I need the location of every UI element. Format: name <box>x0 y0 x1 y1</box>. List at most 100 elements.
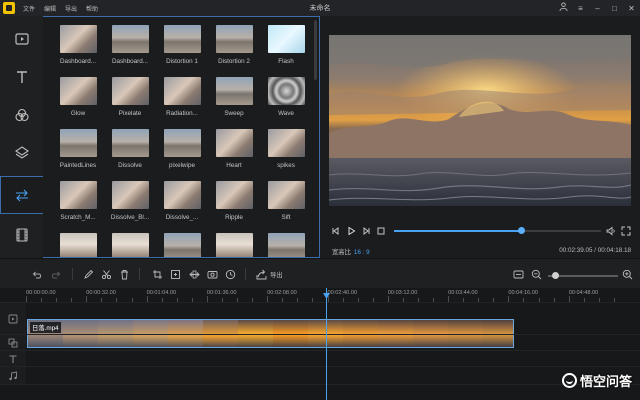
thumb-dog-icon <box>216 233 253 257</box>
video-track: 日落.mp4 <box>0 302 640 348</box>
transition-item[interactable]: Distortion 1 <box>156 25 208 71</box>
filter-icon <box>14 108 29 122</box>
fullscreen-icon[interactable] <box>621 226 631 236</box>
tool-filters[interactable] <box>0 96 43 134</box>
aspect-ratio-value: 16 : 9 <box>353 249 370 256</box>
transition-item[interactable]: Dissolve <box>104 129 156 175</box>
thumb-road-icon <box>112 129 149 157</box>
playback-progress[interactable] <box>394 227 601 234</box>
transition-item[interactable]: Dissolve_... <box>156 181 208 227</box>
transition-item[interactable]: Heart <box>208 129 260 175</box>
record-icon[interactable] <box>207 269 218 280</box>
zoom-slider-handle[interactable] <box>551 272 559 279</box>
stop-icon[interactable] <box>376 226 386 236</box>
music-track[interactable] <box>0 366 640 384</box>
prev-frame-icon[interactable] <box>331 226 341 236</box>
ruler-tick-label: 00:03:44.00 <box>448 290 478 296</box>
user-icon[interactable] <box>559 2 568 14</box>
text-track[interactable] <box>0 350 640 366</box>
fit-icon[interactable] <box>189 269 200 280</box>
transition-item[interactable]: Sweep <box>208 77 260 123</box>
overlay-track-icon <box>8 338 18 347</box>
export-icon[interactable] <box>256 269 267 280</box>
play-icon[interactable] <box>346 226 356 236</box>
transition-item[interactable]: Sift <box>260 181 312 227</box>
transition-item[interactable] <box>52 233 104 257</box>
tool-text[interactable] <box>0 58 43 96</box>
transition-label: Dashboard... <box>59 58 97 65</box>
thumb-wave-icon <box>268 77 305 105</box>
transition-item[interactable]: Radiation... <box>156 77 208 123</box>
toolbar-divider <box>245 268 246 280</box>
overlay-track[interactable] <box>0 334 640 350</box>
thumb-road-icon <box>112 25 149 53</box>
aspect-ratio[interactable]: 宽高比 16 : 9 <box>332 247 370 256</box>
minimize-icon[interactable]: – <box>593 3 602 14</box>
app-logo <box>3 2 15 14</box>
undo-icon[interactable] <box>31 269 42 280</box>
menu-help[interactable]: 帮助 <box>86 4 98 13</box>
text-track-icon <box>9 354 17 363</box>
transition-item[interactable] <box>208 233 260 257</box>
fit-timeline-icon[interactable] <box>513 269 524 280</box>
pen-icon[interactable] <box>83 269 94 280</box>
video-track-icon <box>8 314 18 323</box>
transition-item[interactable]: Scratch_M... <box>52 181 104 227</box>
thumb-cat-icon <box>112 77 149 105</box>
panel-scrollbar[interactable] <box>314 20 317 80</box>
freeze-icon[interactable] <box>170 269 181 280</box>
export-button[interactable]: 导出 <box>270 270 283 279</box>
ruler-tick-label: 00:01:04.00 <box>146 290 177 296</box>
tool-overlays[interactable] <box>0 134 43 172</box>
menu-export[interactable]: 导出 <box>65 4 77 13</box>
cut-icon[interactable] <box>101 269 112 280</box>
delete-icon[interactable] <box>119 269 130 280</box>
transition-label: Scratch_M... <box>60 214 96 221</box>
transition-item[interactable]: Wave <box>260 77 312 123</box>
volume-icon[interactable] <box>606 226 616 236</box>
tool-media[interactable] <box>0 20 43 58</box>
maximize-icon[interactable]: □ <box>610 3 619 14</box>
tool-sidebar <box>0 16 43 258</box>
zoom-out-icon[interactable] <box>531 269 542 280</box>
ruler-tick-label: 00:04:16.00 <box>508 290 538 296</box>
transition-item[interactable] <box>260 233 312 257</box>
transition-item[interactable]: pixelwipe <box>156 129 208 175</box>
zoom-slider[interactable] <box>548 275 618 277</box>
menu-file[interactable]: 文件 <box>23 4 35 13</box>
transition-item[interactable]: Distortion 2 <box>208 25 260 71</box>
ruler-tick-label: 00:04:48.00 <box>568 290 599 296</box>
transition-item[interactable]: Flash <box>260 25 312 71</box>
redo-icon[interactable] <box>51 269 62 280</box>
tool-elements[interactable] <box>0 216 43 254</box>
zoom-in-icon[interactable] <box>622 269 633 280</box>
transition-item[interactable]: Dashboard... <box>104 25 156 71</box>
time-ruler[interactable]: 00:00:00.00 00:00:32.00 00:01:04.00 00:01:3… <box>26 288 640 302</box>
transition-item[interactable]: PaintedLines <box>52 129 104 175</box>
transition-item[interactable]: Glow <box>52 77 104 123</box>
transition-label: Sweep <box>224 110 244 117</box>
thumb-flash-icon <box>268 25 305 53</box>
video-preview[interactable] <box>329 35 631 206</box>
ruler-tick-label: 00:01:36.00 <box>206 290 237 296</box>
music-track-header <box>0 367 26 384</box>
transition-item[interactable]: Pixelate <box>104 77 156 123</box>
tool-transitions[interactable] <box>0 176 43 214</box>
transition-item[interactable]: spikes <box>260 129 312 175</box>
thumb-cat-icon <box>216 181 253 209</box>
timecode: 00:02:39.05 / 00:04:18.18 <box>559 247 631 254</box>
current-time: 00:02:39.05 <box>559 247 593 254</box>
transition-item[interactable]: Dashboard... <box>52 25 104 71</box>
transition-item[interactable]: Ripple <box>208 181 260 227</box>
close-icon[interactable]: ✕ <box>627 3 636 14</box>
progress-handle[interactable] <box>518 227 526 234</box>
next-frame-icon[interactable] <box>361 226 371 236</box>
menu-edit[interactable]: 编辑 <box>44 4 56 13</box>
transition-item[interactable]: Dissolve_Bl... <box>104 181 156 227</box>
menu-icon[interactable]: ≡ <box>576 3 585 14</box>
transition-item[interactable] <box>156 233 208 257</box>
playhead[interactable] <box>326 288 327 400</box>
speed-icon[interactable] <box>225 269 236 280</box>
crop-icon[interactable] <box>152 269 163 280</box>
transition-item[interactable] <box>104 233 156 257</box>
